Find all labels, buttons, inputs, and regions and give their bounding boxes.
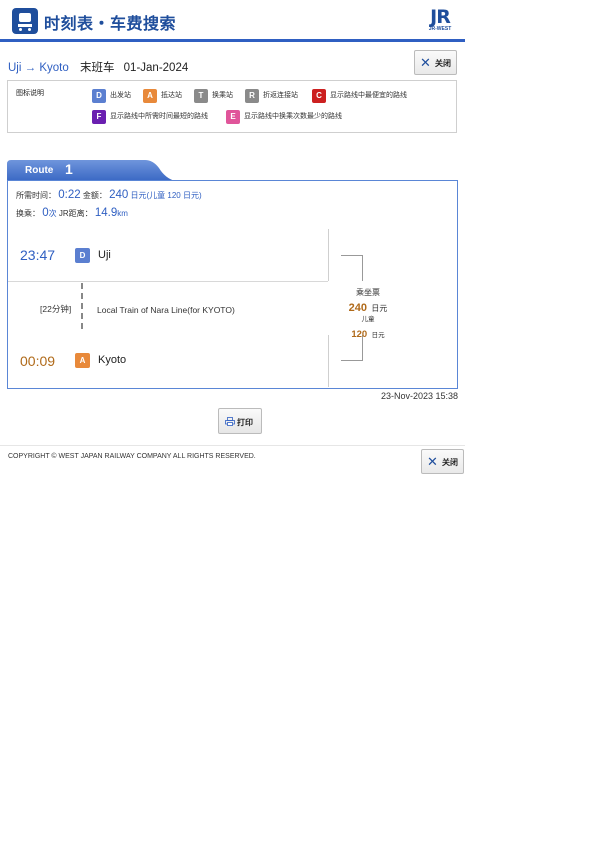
page-header: 时刻表・车费搜索 JR JR-WEST	[0, 0, 465, 42]
legend-item-fewest-transfers: E 显示路线中换乘次数最少的路线	[226, 110, 342, 124]
copyright: COPYRIGHT © WEST JAPAN RAILWAY COMPANY A…	[8, 453, 256, 460]
arrival-station[interactable]: Kyoto	[98, 354, 126, 366]
transfer-unit: 次	[48, 209, 57, 218]
logo-subtext: JR-WEST	[428, 26, 452, 32]
close-button[interactable]: ✕ 关闭	[414, 50, 457, 75]
legend-label: 出发站	[110, 92, 131, 99]
legend-item-return: R 折返连接站	[245, 89, 298, 103]
jr-west-logo[interactable]: JR JR-WEST	[423, 6, 457, 32]
page-title: 时刻表・车费搜索	[44, 16, 177, 33]
fare-child-label: 儿童	[361, 316, 375, 323]
arrival-badge-icon: A	[143, 89, 157, 103]
search-condition: Uji → Kyoto 末班车 01-Jan-2024	[8, 59, 188, 75]
fewest-transfers-badge-icon: E	[226, 110, 240, 124]
fare-unit: 日元(儿童 120 日元)	[130, 191, 202, 200]
fare-box: 乘坐票 240 日元 儿童 120 日元	[332, 287, 404, 342]
divider	[328, 335, 329, 387]
legend-label: 换乘站	[212, 92, 233, 99]
search-kind: 末班车	[79, 62, 115, 74]
legend-label: 显示路线中最便宜的路线	[330, 92, 407, 99]
fare-bracket	[341, 255, 363, 281]
legend-title: 图标说明	[16, 90, 44, 97]
distance-value: 14.9	[94, 207, 118, 219]
footer-divider	[0, 445, 465, 446]
train-icon	[12, 8, 38, 34]
fare-value: 240	[109, 189, 129, 201]
departure-station[interactable]: Uji	[98, 249, 111, 261]
divider	[8, 281, 328, 282]
route-summary-transfer-distance: 换乘： 0次 JR距离： 14.9km	[16, 207, 128, 219]
segment-duration: [22分钟]	[40, 304, 72, 314]
return-badge-icon: R	[245, 89, 259, 103]
fare-child-unit: 日元	[371, 332, 385, 339]
legend-item-departure: D 出发站	[92, 89, 131, 103]
updated-timestamp: 23-Nov-2023 15:38	[380, 391, 458, 401]
legend-label: 抵达站	[161, 92, 182, 99]
fare-unit: 日元	[371, 304, 388, 313]
departure-badge-icon: D	[92, 89, 106, 103]
to-station: Kyoto	[39, 62, 69, 74]
legend-item-cheapest: C 显示路线中最便宜的路线	[312, 89, 407, 103]
from-station: Uji	[8, 62, 22, 74]
time-label: 所需时间：	[16, 191, 56, 200]
transfer-badge-icon: T	[194, 89, 208, 103]
fare-child: 120	[351, 329, 368, 340]
fare-label: 金额：	[82, 191, 107, 200]
print-button[interactable]: 打印	[218, 408, 262, 434]
divider	[328, 229, 329, 281]
train-name[interactable]: Local Train of Nara Line(for KYOTO)	[97, 305, 235, 315]
arrow-icon: →	[24, 62, 37, 74]
distance-label: JR距离：	[58, 209, 93, 218]
route-tab-label: Route	[25, 165, 54, 176]
route-detail: 所需时间： 0:22 金额： 240 日元(儿童 120 日元) 换乘： 0次 …	[7, 180, 458, 389]
fastest-badge-icon: F	[92, 110, 106, 124]
transfer-label: 换乘：	[16, 209, 40, 218]
close-button-label: 关闭	[442, 458, 458, 467]
legend-item-fastest: F 显示路线中所需时间最短的路线	[92, 110, 208, 124]
arrival-time: 00:09	[20, 353, 56, 369]
departure-time: 23:47	[20, 247, 56, 263]
dashed-line	[81, 283, 83, 329]
fare-adult: 240	[348, 302, 367, 314]
search-date: 01-Jan-2024	[123, 62, 189, 74]
route-summary-time-fare: 所需时间： 0:22 金额： 240 日元(儿童 120 日元)	[16, 189, 202, 201]
legend-item-arrival: A 抵达站	[143, 89, 182, 103]
cheapest-badge-icon: C	[312, 89, 326, 103]
departure-badge-icon: D	[75, 248, 90, 263]
legend-label: 折返连接站	[263, 92, 298, 99]
close-icon: ✕	[427, 454, 438, 469]
close-button-label: 关闭	[435, 59, 451, 68]
arrival-badge-icon: A	[75, 353, 90, 368]
print-button-label: 打印	[237, 418, 253, 427]
distance-unit: km	[117, 209, 128, 218]
close-button-bottom[interactable]: ✕ 关闭	[421, 449, 464, 474]
route-tab-number: 1	[65, 161, 73, 177]
route-tab: Route 1	[7, 160, 175, 181]
icon-legend: 图标说明 D 出发站 A 抵达站 T 换乘站 R 折返连接站 C 显示路线中最便宜的路线 …	[7, 80, 457, 133]
logo-text: JR	[430, 6, 451, 28]
time-value: 0:22	[58, 189, 81, 201]
fare-title: 乘坐票	[356, 288, 380, 297]
printer-icon	[225, 417, 235, 426]
legend-label: 显示路线中换乘次数最少的路线	[244, 113, 342, 120]
close-icon: ✕	[420, 55, 431, 70]
legend-item-transfer: T 换乘站	[194, 89, 233, 103]
legend-label: 显示路线中所需时间最短的路线	[110, 113, 208, 120]
